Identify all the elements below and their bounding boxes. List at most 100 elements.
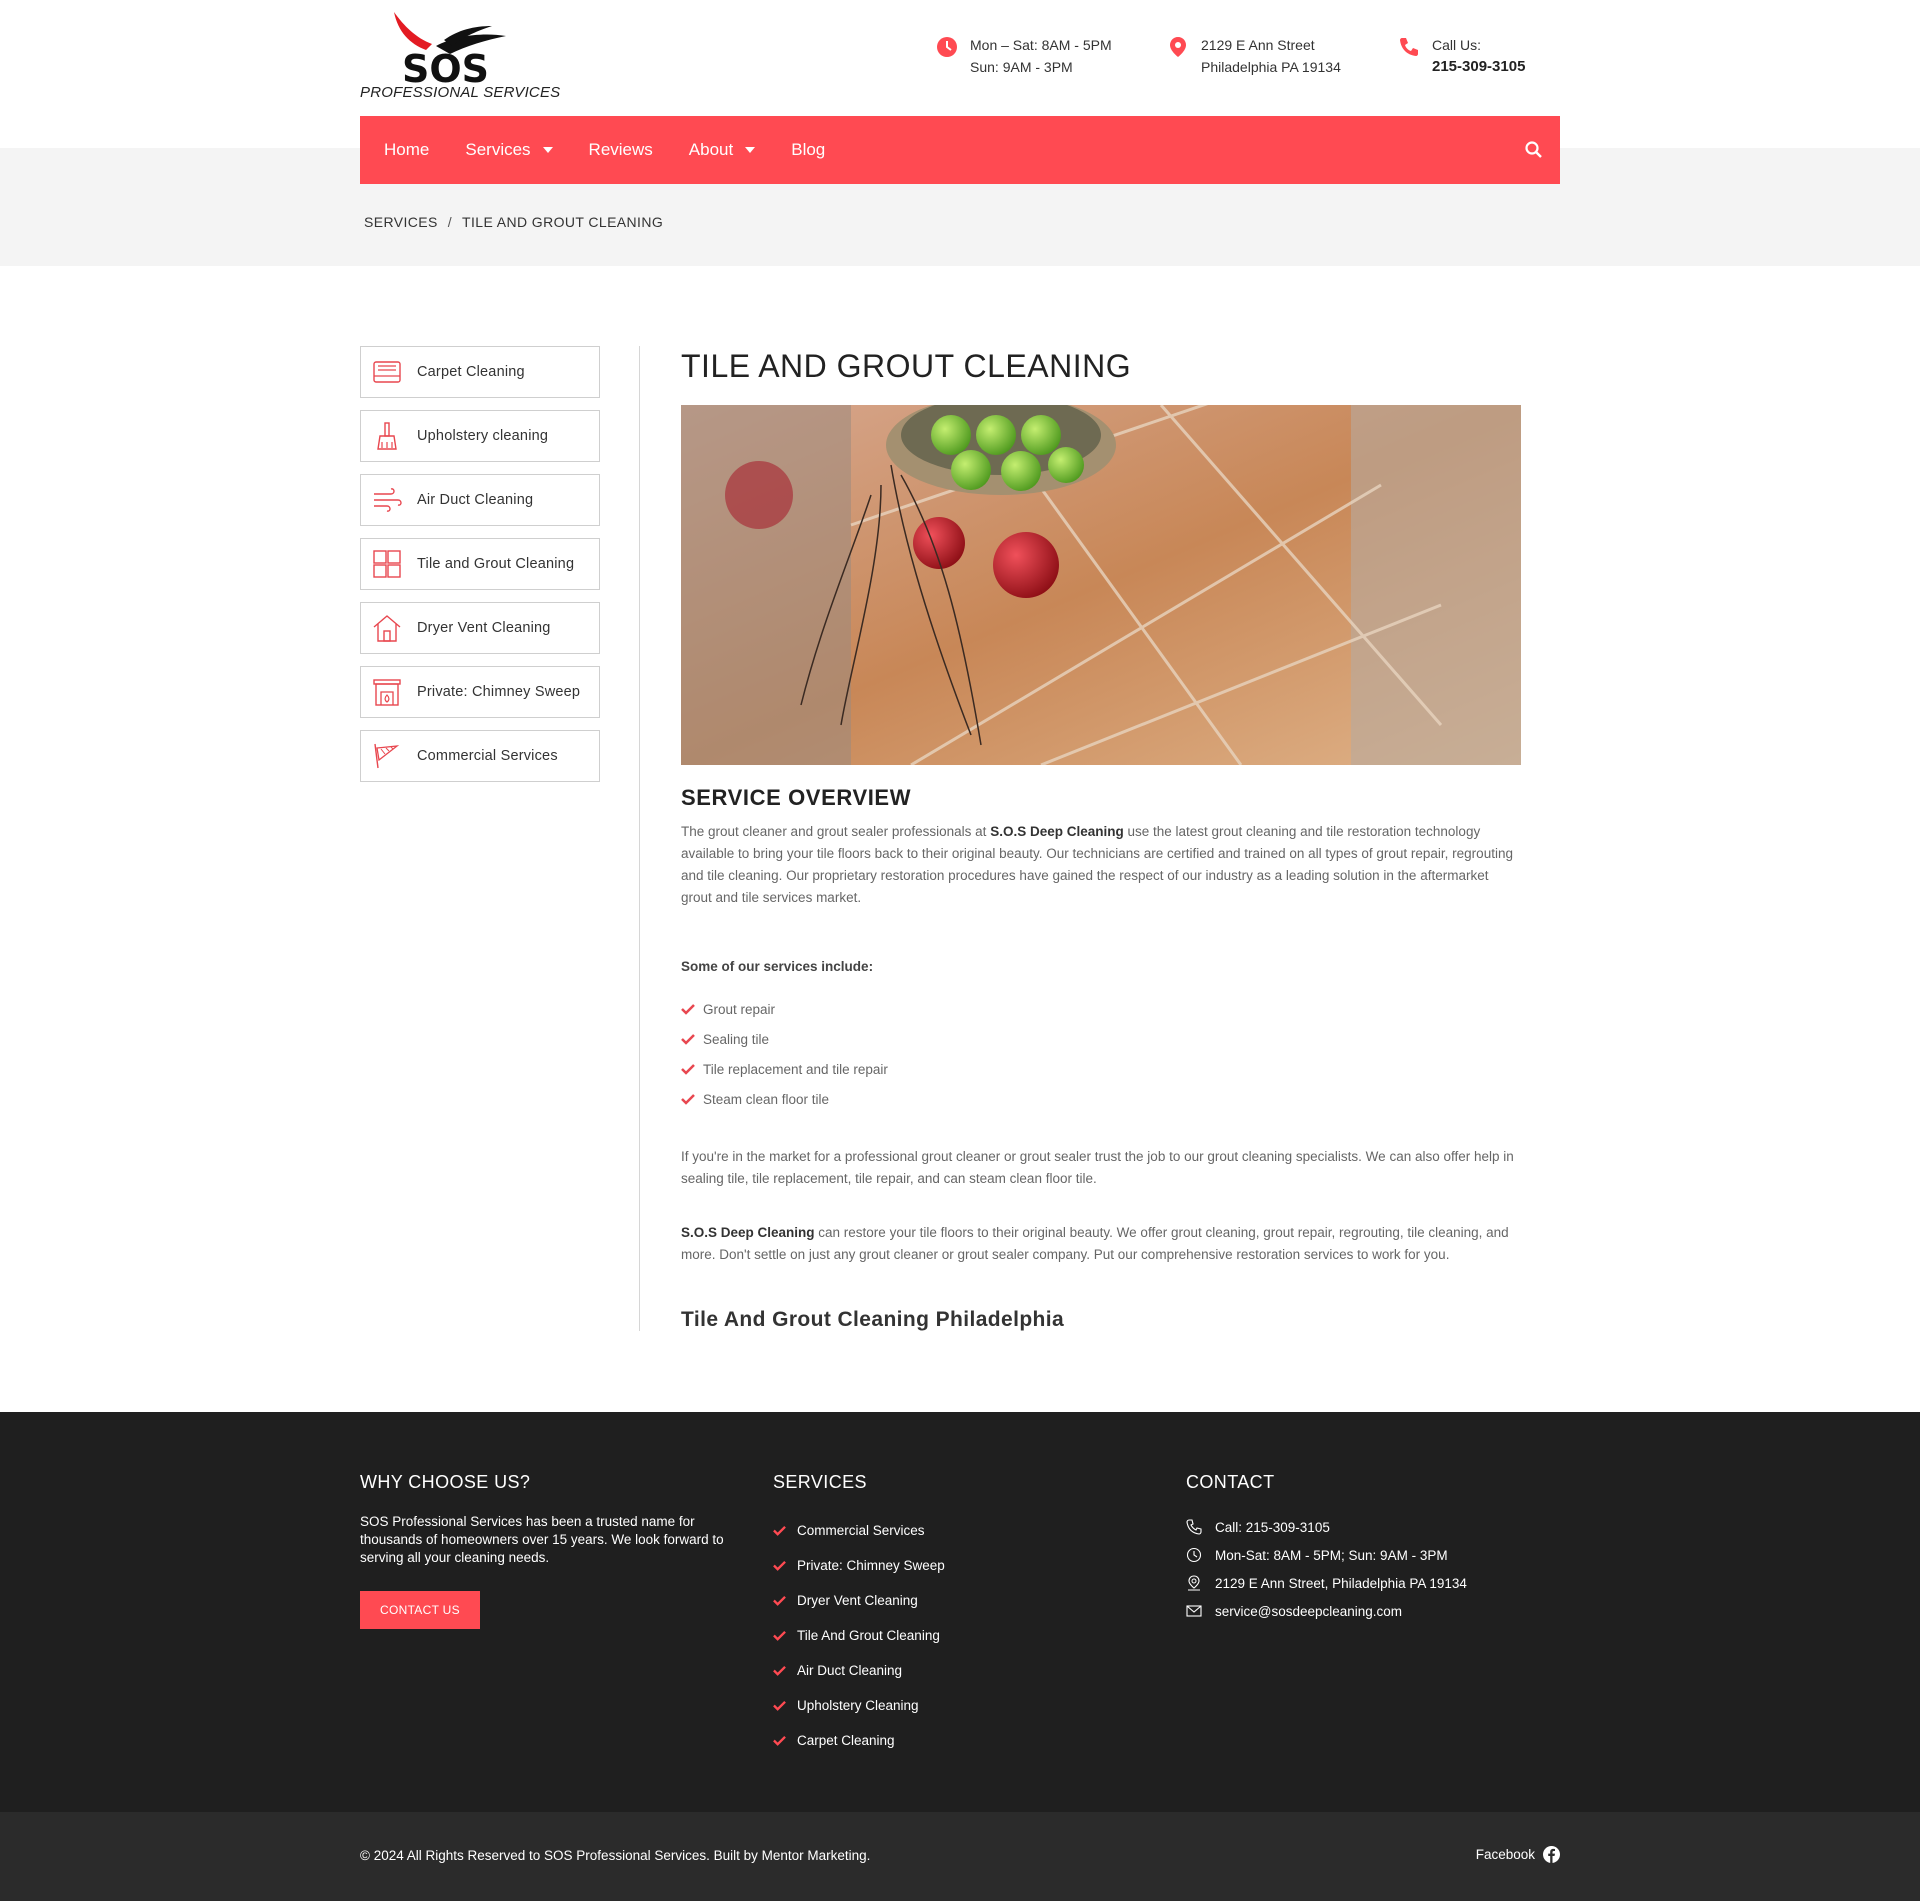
nav-item-about[interactable]: About (688, 140, 756, 160)
footer-why-column: WHY CHOOSE US? SOS Professional Services… (360, 1472, 740, 1629)
list-item-label: Grout repair (703, 1001, 776, 1017)
list-item-label: Sealing tile (703, 1031, 770, 1047)
services-sidebar: Carpet Cleaning Upholstery cleaning Air … (360, 346, 600, 794)
main-nav: Home Services Reviews About Blog (360, 116, 1560, 184)
contact-us-button[interactable]: CONTACT US (360, 1591, 480, 1629)
facebook-link[interactable]: Facebook (1476, 1846, 1560, 1863)
footer-service-link[interactable]: Air Duct Cleaning (773, 1653, 945, 1688)
overview-heading: SERVICE OVERVIEW (681, 785, 912, 810)
nav-item-reviews[interactable]: Reviews (589, 140, 653, 160)
restore-paragraph: S.O.S Deep Cleaning can restore your til… (681, 1222, 1521, 1266)
hours-line-2: Sun: 9AM - 3PM (970, 59, 1073, 75)
tile-floor-photo (681, 405, 1521, 765)
sidebar-item-upholstery-cleaning[interactable]: Upholstery cleaning (360, 410, 600, 462)
call-label: Call Us: (1432, 37, 1482, 53)
list-item: Steam clean floor tile (681, 1084, 1521, 1114)
footer-contact-label: service@sosdeepcleaning.com (1215, 1603, 1403, 1619)
top-bar: SOS PROFESSIONAL SERVICES Mon – Sat: 8AM… (360, 0, 1560, 116)
footer-contact-column: CONTACT Call: 215-309-3105 Mon-Sat: 8AM … (1186, 1472, 1467, 1625)
duster-icon (374, 743, 400, 769)
check-icon (681, 1094, 695, 1105)
services-list: Grout repair Sealing tile Tile replaceme… (681, 994, 1521, 1114)
footer-service-link[interactable]: Tile And Grout Cleaning (773, 1618, 945, 1653)
address-line-2: Philadelphia PA 19134 (1201, 59, 1341, 75)
footer-why-text: SOS Professional Services has been a tru… (360, 1514, 724, 1565)
check-icon (773, 1630, 786, 1641)
service-content: TILE AND GROUT CLEANING SERVICE OVERVIEW… (681, 346, 1521, 1332)
address-line-1: 2129 E Ann Street (1201, 37, 1315, 53)
copyright-bar: © 2024 All Rights Reserved to SOS Profes… (0, 1812, 1920, 1901)
sidebar-item-label: Air Duct Cleaning (417, 492, 534, 508)
list-item: Tile replacement and tile repair (681, 1054, 1521, 1084)
hours-line-1: Mon – Sat: 8AM - 5PM (970, 37, 1112, 53)
nav-item-services[interactable]: Services (465, 140, 553, 160)
sidebar-item-label: Upholstery cleaning (417, 428, 549, 444)
site-footer: WHY CHOOSE US? SOS Professional Services… (0, 1412, 1920, 1812)
sidebar-item-commercial-services[interactable]: Commercial Services (360, 730, 600, 782)
check-icon (681, 1034, 695, 1045)
house-icon (373, 615, 401, 642)
search-icon[interactable] (1524, 140, 1544, 160)
list-item-label: Steam clean floor tile (703, 1091, 830, 1107)
footer-contact-label: Call: 215-309-3105 (1215, 1519, 1330, 1535)
sidebar-divider (639, 346, 640, 1331)
footer-service-link[interactable]: Dryer Vent Cleaning (773, 1583, 945, 1618)
footer-contact-heading: CONTACT (1186, 1472, 1275, 1492)
svg-text:SOS: SOS (402, 47, 489, 86)
wind-icon (374, 488, 402, 512)
footer-service-link[interactable]: Upholstery Cleaning (773, 1688, 945, 1723)
footer-contact-address: 2129 E Ann Street, Philadelphia PA 19134 (1186, 1569, 1467, 1597)
mail-icon (1186, 1605, 1202, 1617)
footer-service-link[interactable]: Private: Chimney Sweep (773, 1548, 945, 1583)
list-item: Sealing tile (681, 1024, 1521, 1054)
check-icon (681, 1004, 695, 1015)
site-logo[interactable]: SOS PROFESSIONAL SERVICES (360, 10, 560, 102)
nav-item-blog[interactable]: Blog (791, 140, 825, 160)
header-call[interactable]: Call Us: 215-309-3105 (1398, 34, 1525, 78)
footer-contact-label: 2129 E Ann Street, Philadelphia PA 19134 (1215, 1575, 1467, 1591)
footer-contact-hours: Mon-Sat: 8AM - 5PM; Sun: 9AM - 3PM (1186, 1541, 1467, 1569)
footer-contact-email[interactable]: service@sosdeepcleaning.com (1186, 1597, 1467, 1625)
chevron-down-icon (542, 147, 553, 153)
call-number[interactable]: 215-309-3105 (1432, 56, 1525, 78)
sidebar-item-label: Private: Chimney Sweep (417, 684, 581, 700)
footer-contact-label: Mon-Sat: 8AM - 5PM; Sun: 9AM - 3PM (1215, 1547, 1448, 1563)
clock-icon (1186, 1547, 1202, 1563)
footer-contact-list: Call: 215-309-3105 Mon-Sat: 8AM - 5PM; S… (1186, 1513, 1467, 1625)
breadcrumb-parent[interactable]: SERVICES (364, 214, 438, 230)
footer-services-column: SERVICES Commercial Services Private: Ch… (773, 1472, 945, 1758)
sidebar-item-chimney-sweep[interactable]: Private: Chimney Sweep (360, 666, 600, 718)
breadcrumb-separator: / (447, 214, 453, 230)
list-item-label: Tile replacement and tile repair (703, 1061, 888, 1077)
footer-service-label: Private: Chimney Sweep (797, 1558, 945, 1573)
sidebar-item-tile-and-grout-cleaning[interactable]: Tile and Grout Cleaning (360, 538, 600, 590)
restore-brand: S.O.S Deep Cleaning (681, 1225, 815, 1240)
check-icon (773, 1560, 786, 1571)
nav-label: Services (465, 140, 531, 159)
logo-tagline: PROFESSIONAL SERVICES (360, 84, 561, 101)
sidebar-item-carpet-cleaning[interactable]: Carpet Cleaning (360, 346, 600, 398)
footer-services-heading: SERVICES (773, 1472, 867, 1492)
overview-text-pre: The grout cleaner and grout sealer profe… (681, 824, 991, 839)
check-icon (773, 1665, 786, 1676)
facebook-label: Facebook (1475, 1847, 1535, 1862)
nav-label: Blog (791, 140, 826, 159)
footer-service-link[interactable]: Carpet Cleaning (773, 1723, 945, 1758)
nav-label: Home (384, 140, 430, 159)
footer-service-link[interactable]: Commercial Services (773, 1513, 945, 1548)
phone-icon (1400, 38, 1418, 56)
nav-item-home[interactable]: Home (384, 140, 429, 160)
footer-why-heading: WHY CHOOSE US? (360, 1472, 531, 1492)
check-icon (773, 1735, 786, 1746)
brush-icon (377, 422, 397, 450)
services-intro: Some of our services include: (681, 959, 874, 974)
overview-brand: S.O.S Deep Cleaning (990, 824, 1124, 839)
nav-label: About (688, 140, 734, 159)
footer-service-label: Tile And Grout Cleaning (797, 1628, 940, 1643)
sidebar-item-dryer-vent-cleaning[interactable]: Dryer Vent Cleaning (360, 602, 600, 654)
header-address: 2129 E Ann Street Philadelphia PA 19134 (1167, 34, 1341, 78)
sidebar-item-label: Carpet Cleaning (417, 364, 525, 380)
footer-contact-phone[interactable]: Call: 215-309-3105 (1186, 1513, 1467, 1541)
sidebar-item-air-duct-cleaning[interactable]: Air Duct Cleaning (360, 474, 600, 526)
footer-services-list: Commercial Services Private: Chimney Swe… (773, 1513, 945, 1758)
